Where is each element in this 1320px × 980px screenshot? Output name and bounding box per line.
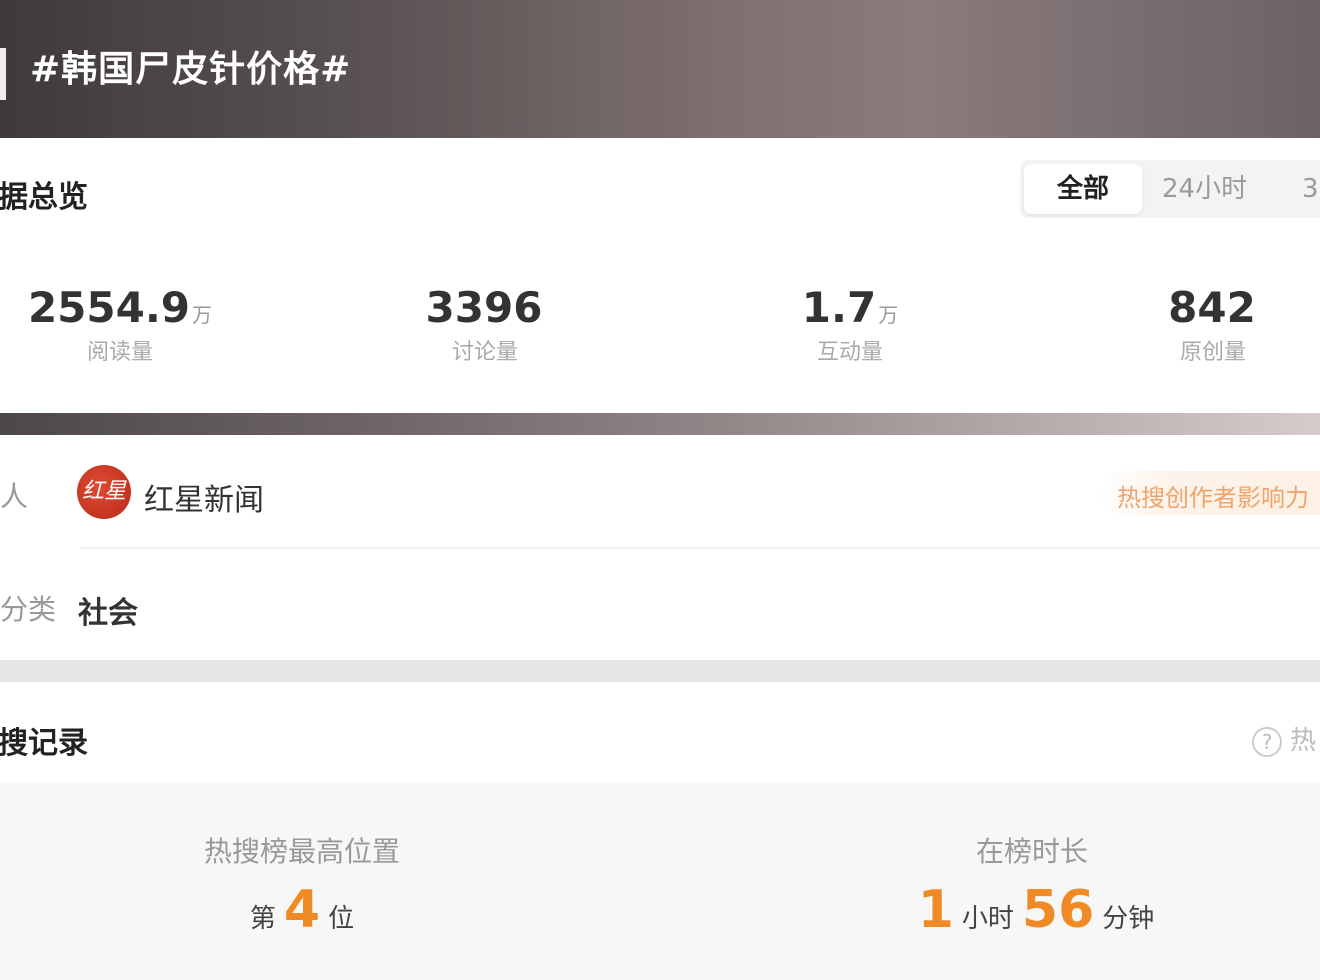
- duration-minutes-unit: 分钟: [1102, 904, 1155, 934]
- stat-label: 互动量: [816, 340, 883, 365]
- stat-interaction-count: 1.7 万 互动量: [720, 283, 980, 366]
- time-range-tabs: 全部 24小时 3: [1020, 160, 1320, 218]
- position-value: 4: [283, 880, 321, 940]
- tab-all[interactable]: 全部: [1024, 164, 1142, 214]
- host-label: 人: [0, 480, 29, 513]
- stat-value: 2554.9: [27, 283, 191, 332]
- help-label: 热: [1290, 726, 1317, 756]
- tab-24h[interactable]: 24小时: [1162, 164, 1247, 214]
- records-panel: 热搜榜最高位置 第4位 在榜时长 1 小时 56 分钟: [0, 782, 1320, 980]
- hot-search-records-section: 搜记录 ? 热 热搜榜最高位置 第4位 在榜时长 1 小时 56 分钟: [0, 682, 1320, 980]
- topic-header-banner: #韩国尸皮针价格#: [0, 0, 1320, 138]
- stat-value: 3396: [425, 283, 543, 332]
- stat-value: 842: [1168, 283, 1256, 332]
- position-prefix: 第: [249, 904, 276, 934]
- stat-discussion-count: 3396 讨论量: [355, 283, 615, 366]
- section-divider: [0, 660, 1320, 682]
- records-title: 搜记录: [0, 726, 88, 761]
- topic-info-section: 人 红星 红星新闻 热搜创作者影响力 分类 社会: [0, 435, 1320, 660]
- overview-title: 据总览: [0, 180, 88, 215]
- host-avatar[interactable]: 红星: [77, 465, 131, 519]
- highest-position-record: 热搜榜最高位置 第4位: [62, 830, 542, 940]
- record-title: 在榜时长: [975, 835, 1088, 868]
- topic-page: #韩国尸皮针价格# 据总览 全部 24小时 3 2554.9 万 阅读量 3396…: [0, 0, 1320, 980]
- stat-original-count: 842 原创量: [1083, 283, 1320, 366]
- category-value: 社会: [78, 596, 138, 631]
- creator-badge-label: 热搜创作者影响力: [1117, 484, 1309, 512]
- stat-unit: 万: [192, 303, 213, 327]
- duration-record: 在榜时长 1 小时 56 分钟: [792, 830, 1272, 940]
- tab-third[interactable]: 3: [1302, 164, 1319, 214]
- duration-hours: 1: [917, 880, 954, 940]
- category-label: 分类: [0, 593, 57, 626]
- divider: [80, 547, 1320, 549]
- question-icon: ?: [1252, 726, 1282, 757]
- stat-unit: 万: [878, 303, 899, 327]
- stat-label: 原创量: [1179, 340, 1246, 365]
- position-suffix: 位: [328, 904, 355, 934]
- stat-read-count: 2554.9 万 阅读量: [0, 283, 250, 366]
- section-divider-band: [0, 413, 1320, 435]
- back-edge[interactable]: [0, 48, 6, 100]
- stat-value: 1.7: [801, 283, 877, 332]
- record-title: 热搜榜最高位置: [203, 835, 400, 868]
- host-name-link[interactable]: 红星新闻: [144, 475, 264, 519]
- stat-label: 讨论量: [451, 340, 518, 365]
- data-overview-section: 据总览 全部 24小时 3 2554.9 万 阅读量 3396 讨论量 1.7 万 …: [0, 138, 1320, 413]
- topic-title: #韩国尸皮针价格#: [30, 49, 352, 90]
- duration-minutes: 56: [1021, 880, 1095, 940]
- stat-label: 阅读量: [86, 340, 153, 365]
- duration-hours-unit: 小时: [961, 904, 1014, 934]
- creator-influence-badge[interactable]: 热搜创作者影响力: [1100, 471, 1320, 515]
- records-help[interactable]: ? 热: [1252, 720, 1316, 757]
